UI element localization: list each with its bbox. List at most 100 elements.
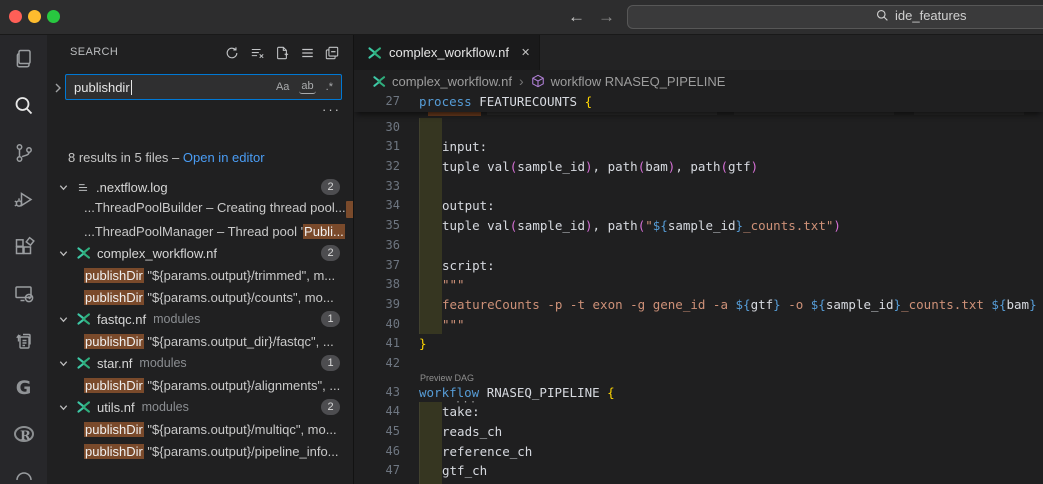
match-count-badge: 1 xyxy=(321,311,340,327)
code-line[interactable]: 42 xyxy=(354,354,1043,374)
line-number: 47 xyxy=(354,461,413,481)
match-count-badge: 2 xyxy=(321,179,340,195)
code-line[interactable]: 43workflow RNASEQ_PIPELINE {··· xyxy=(354,383,1043,403)
code-text: script: xyxy=(442,258,495,273)
navigate-back-icon[interactable]: ← xyxy=(568,6,585,28)
search-view-icon[interactable] xyxy=(0,82,47,129)
line-number: 43 xyxy=(354,383,413,403)
breadcrumb-symbol[interactable]: workflow RNASEQ_PIPELINE xyxy=(551,74,726,89)
code-line[interactable]: 31input: xyxy=(354,137,1043,157)
refresh-icon[interactable] xyxy=(224,45,240,61)
token-itp: } xyxy=(894,297,902,312)
code-line[interactable]: 35tuple val(sample_id), path("${sample_i… xyxy=(354,216,1043,236)
code-line[interactable]: 32tuple val(sample_id), path(bam), path(… xyxy=(354,157,1043,177)
codelens-preview-dag[interactable]: Preview DAG xyxy=(354,374,1043,383)
run-and-debug-icon[interactable] xyxy=(0,176,47,223)
extensions-icon[interactable] xyxy=(0,223,47,270)
result-file-row[interactable]: complex_workflow.nf2 xyxy=(47,242,353,264)
match-case-toggle[interactable]: Aa xyxy=(274,80,291,94)
navigate-forward-icon[interactable]: → xyxy=(598,6,615,28)
indent-scope-highlight xyxy=(419,422,442,442)
token-brc: } xyxy=(419,336,427,351)
code-line[interactable]: 34output: xyxy=(354,196,1043,216)
minimize-window-button[interactable] xyxy=(28,10,41,23)
chevron-down-icon[interactable] xyxy=(58,248,69,259)
token-itp: } xyxy=(1029,297,1037,312)
code-editor[interactable]: 27process FEATURECOUNTS { 3031input:32tu… xyxy=(354,92,1043,484)
sticky-scroll-line[interactable]: 27process FEATURECOUNTS { xyxy=(354,92,1043,112)
chevron-down-icon[interactable] xyxy=(58,182,69,193)
toggle-replace-chevron-icon[interactable] xyxy=(53,81,63,99)
view-as-list-icon[interactable] xyxy=(299,45,315,61)
code-content xyxy=(413,118,1043,138)
code-line[interactable]: 45reads_ch xyxy=(354,422,1043,442)
token-pln: script: xyxy=(442,258,495,273)
file-name: star.nf xyxy=(97,356,132,371)
open-in-editor-link[interactable]: Open in editor xyxy=(183,150,265,165)
result-match-row[interactable]: publishDir "${params.output}/trimmed", m… xyxy=(47,264,353,286)
source-control-icon[interactable] xyxy=(0,129,47,176)
result-match-row[interactable]: publishDir "${params.output_dir}/fastqc"… xyxy=(47,330,353,352)
titlebar: ← → ide_features xyxy=(0,0,1043,35)
svg-text:R: R xyxy=(20,429,31,444)
result-match-row[interactable]: publishDir "${params.output}/pipeline_in… xyxy=(47,440,353,462)
line-number: 39 xyxy=(354,295,413,315)
log-file-icon xyxy=(76,181,90,194)
zoom-window-button[interactable] xyxy=(47,10,60,23)
code-line[interactable]: 46reference_ch xyxy=(354,442,1043,462)
match-context: "${params.output}/counts", mo... xyxy=(144,290,334,305)
result-file-row[interactable]: star.nfmodules1 xyxy=(47,352,353,374)
file-name: fastqc.nf xyxy=(97,312,146,327)
explorer-icon[interactable] xyxy=(0,35,47,82)
clear-search-results-icon[interactable] xyxy=(249,45,265,61)
collapse-all-icon[interactable] xyxy=(324,45,340,61)
close-tab-icon[interactable]: ✕ xyxy=(521,46,530,59)
code-line[interactable]: 39featureCounts -p -t exon -g gene_id -a… xyxy=(354,295,1043,315)
code-line[interactable]: 40""" xyxy=(354,315,1043,335)
code-line[interactable]: 37script: xyxy=(354,256,1043,276)
result-match-row[interactable]: publishDir "${params.output}/counts", mo… xyxy=(47,286,353,308)
result-file-row[interactable]: .nextflow.log2 xyxy=(47,176,353,198)
command-center[interactable]: ide_features xyxy=(627,5,1043,29)
whole-word-toggle[interactable]: ab xyxy=(299,79,315,94)
match-text: publishDir "${params.output}/multiqc", m… xyxy=(84,422,337,437)
toggle-search-details-icon[interactable]: ··· xyxy=(322,105,341,115)
chevron-down-icon[interactable] xyxy=(58,314,69,325)
result-match-row[interactable]: publishDir "${params.output}/alignments"… xyxy=(47,374,353,396)
nextflow-file-icon xyxy=(76,246,91,260)
regex-toggle[interactable]: .* xyxy=(324,80,335,94)
tab-complex-workflow[interactable]: complex_workflow.nf ✕ xyxy=(354,35,540,70)
code-line[interactable]: 36 xyxy=(354,236,1043,256)
chevron-down-icon[interactable] xyxy=(58,402,69,413)
match-highlight: publishDir xyxy=(84,290,144,305)
match-context: "${params.output}/trimmed", m... xyxy=(144,268,335,283)
code-line[interactable]: 41} xyxy=(354,334,1043,354)
open-new-search-editor-icon[interactable] xyxy=(274,45,290,61)
result-match-row[interactable]: ...ThreadPoolManager – Thread pool 'Publ… xyxy=(47,220,353,242)
code-line[interactable]: 30 xyxy=(354,118,1043,138)
match-text: publishDir "${params.output_dir}/fastqc"… xyxy=(84,334,334,349)
code-line[interactable]: 47gtf_ch xyxy=(354,461,1043,481)
result-file-row[interactable]: fastqc.nfmodules1 xyxy=(47,308,353,330)
breadcrumb-file[interactable]: complex_workflow.nf xyxy=(392,74,512,89)
code-line[interactable]: 27process FEATURECOUNTS { xyxy=(354,92,1043,112)
search-row: publishdir Aa ab .* xyxy=(47,74,353,102)
r-language-icon[interactable]: R xyxy=(0,411,47,458)
code-text: """ xyxy=(442,317,465,332)
result-file-row[interactable]: utils.nfmodules2 xyxy=(47,396,353,418)
code-line[interactable]: 44take: xyxy=(354,402,1043,422)
token-pln: gtf xyxy=(728,159,751,174)
close-window-button[interactable] xyxy=(9,10,22,23)
code-line[interactable]: 38""" xyxy=(354,275,1043,295)
symbol-namespace-icon xyxy=(531,74,545,88)
match-text: ...ThreadPoolManager – Thread pool 'Publ… xyxy=(84,224,345,239)
code-line[interactable]: 33 xyxy=(354,177,1043,197)
gitlens-icon[interactable]: G xyxy=(0,364,47,411)
document-sync-icon[interactable] xyxy=(0,317,47,364)
remote-explorer-icon[interactable] xyxy=(0,270,47,317)
chevron-down-icon[interactable] xyxy=(58,358,69,369)
search-input[interactable]: publishdir Aa ab .* xyxy=(65,74,342,100)
result-match-row[interactable]: ...ThreadPoolBuilder – Creating thread p… xyxy=(47,198,353,220)
result-match-row[interactable]: publishDir "${params.output}/multiqc", m… xyxy=(47,418,353,440)
nextflow-file-icon xyxy=(76,356,91,370)
